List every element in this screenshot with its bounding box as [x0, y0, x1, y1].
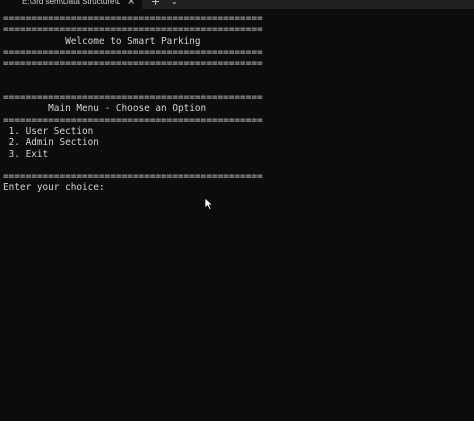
separator-line: ========================================… [3, 92, 263, 104]
terminal-window: E:\3rd sem\Data Structure\DS × + ⌄ =====… [0, 0, 474, 421]
console-output[interactable]: ========================================… [3, 13, 463, 194]
tab-title: E:\3rd sem\Data Structure\DS [22, 0, 120, 6]
input-prompt[interactable]: Enter your choice: [3, 182, 463, 193]
separator-line: ========================================… [3, 13, 263, 24]
close-icon[interactable]: × [127, 0, 135, 7]
welcome-text: Welcome to Smart Parking [3, 35, 201, 47]
scrollbar[interactable] [468, 9, 474, 421]
title-bar: E:\3rd sem\Data Structure\DS × + ⌄ [0, 0, 474, 9]
separator-line: ========================================… [3, 46, 263, 58]
new-tab-button[interactable]: + [151, 0, 160, 7]
menu-option-user: 1. User Section [3, 125, 94, 137]
separator-line: ========================================… [3, 171, 263, 183]
menu-title: Main Menu - Choose an Option [3, 103, 207, 115]
mouse-pointer-icon [204, 197, 214, 211]
separator-line: ========================================… [3, 114, 263, 126]
chevron-down-icon[interactable]: ⌄ [171, 0, 178, 7]
separator-line: ========================================… [3, 58, 263, 70]
menu-option-exit: 3. Exit [3, 148, 49, 160]
terminal-tab[interactable]: E:\3rd sem\Data Structure\DS × [0, 0, 142, 9]
menu-option-admin: 2. Admin Section [3, 137, 99, 149]
separator-line: ========================================… [3, 24, 263, 36]
